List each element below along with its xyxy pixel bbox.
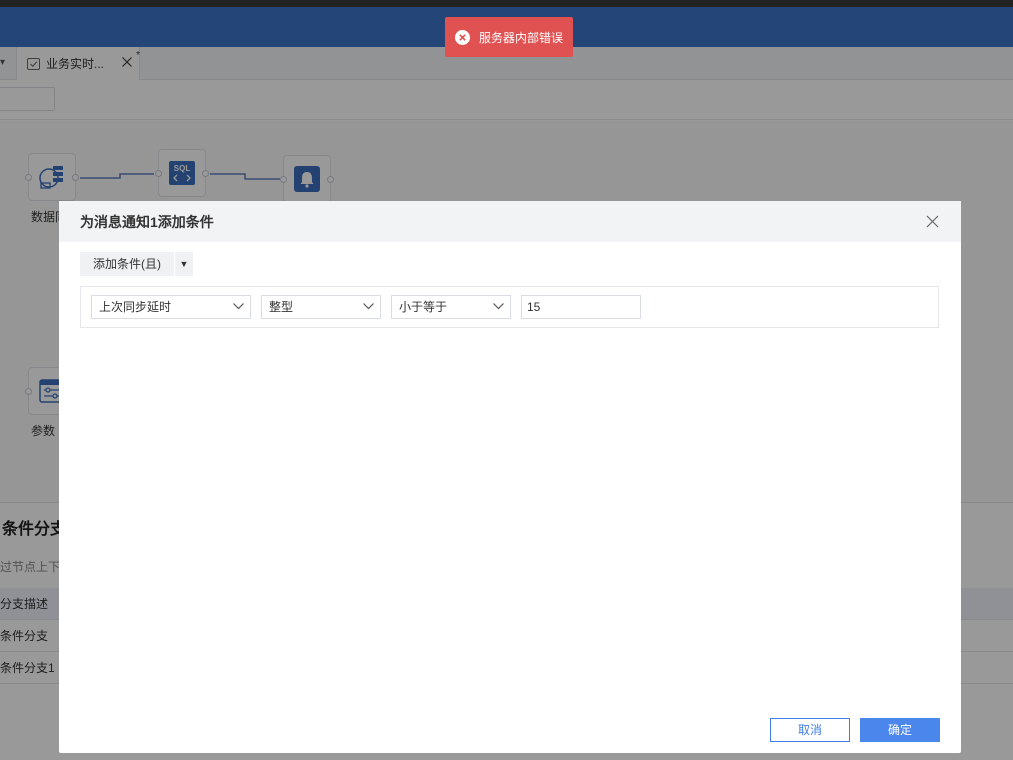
condition-type-value: 整型 — [269, 300, 294, 314]
toast-message: 服务器内部错误 — [479, 30, 564, 45]
confirm-button[interactable]: 确定 — [860, 718, 940, 742]
cancel-button[interactable]: 取消 — [770, 718, 850, 742]
condition-operator-select[interactable]: 小于等于 — [391, 295, 511, 319]
condition-operator-value: 小于等于 — [399, 300, 448, 314]
chevron-down-icon — [363, 303, 374, 310]
condition-value-input[interactable] — [521, 295, 641, 319]
chevron-down-icon — [493, 303, 504, 310]
condition-type-select[interactable]: 整型 — [261, 295, 381, 319]
condition-field-select[interactable]: 上次同步延时 — [91, 295, 251, 319]
error-toast: 服务器内部错误 — [445, 17, 573, 57]
condition-row: 上次同步延时 整型 小于等于 — [80, 286, 939, 328]
add-condition-dropdown-toggle[interactable]: ▼ — [175, 252, 193, 276]
add-condition-split-button: 添加条件(且) ▼ — [80, 252, 193, 276]
chevron-down-icon — [233, 303, 244, 310]
add-condition-button[interactable]: 添加条件(且) — [80, 252, 174, 276]
dialog-header: 为消息通知1添加条件 — [59, 201, 961, 242]
caret-down-icon: ▼ — [179, 259, 189, 269]
dialog-title: 为消息通知1添加条件 — [80, 213, 214, 230]
add-condition-dialog: 为消息通知1添加条件 添加条件(且) ▼ 上次同步延时 整型 小于等于 15 取… — [59, 201, 961, 753]
condition-field-value: 上次同步延时 — [99, 300, 172, 314]
error-circle-icon — [455, 29, 470, 45]
close-icon[interactable] — [926, 215, 939, 228]
